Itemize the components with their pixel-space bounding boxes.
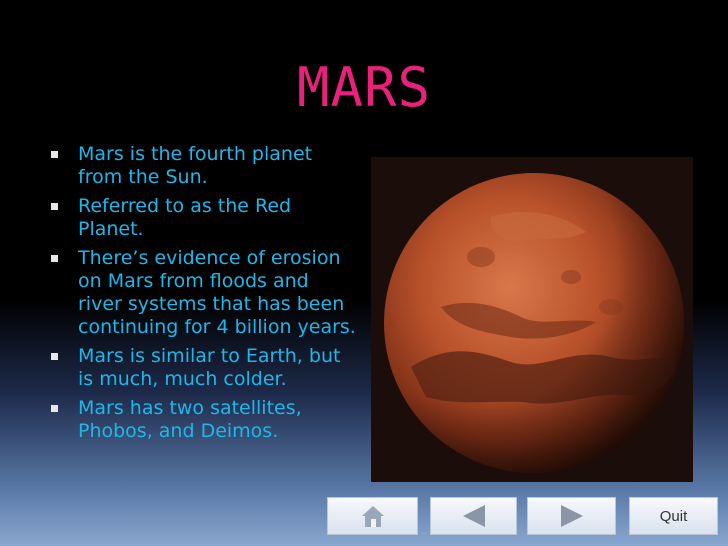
mars-planet-graphic — [371, 157, 693, 482]
bullet-text: Referred to as the Red Planet. — [78, 195, 292, 240]
arrow-right-icon — [560, 505, 583, 527]
home-icon — [361, 506, 384, 527]
previous-button[interactable] — [430, 497, 517, 535]
bullet-text: Mars has two satellites, Phobos, and Dei… — [78, 397, 302, 442]
bullet-item: There’s evidence of erosion on Mars from… — [48, 247, 358, 339]
bullet-list: Mars is the fourth planet from the Sun. … — [48, 143, 358, 449]
bullet-marker — [51, 203, 58, 210]
slide-title: MARS — [296, 56, 432, 119]
next-button[interactable] — [527, 497, 616, 535]
bullet-marker — [51, 353, 58, 360]
bullet-marker — [51, 151, 58, 158]
quit-button[interactable]: Quit — [629, 497, 718, 535]
bullet-marker — [51, 405, 58, 412]
mars-image — [371, 157, 693, 482]
bullet-item: Mars is similar to Earth, but is much, m… — [48, 345, 358, 391]
bullet-item: Mars has two satellites, Phobos, and Dei… — [48, 397, 358, 443]
bullet-text: Mars is the fourth planet from the Sun. — [78, 143, 313, 188]
arrow-left-icon — [462, 505, 485, 527]
bullet-text: There’s evidence of erosion on Mars from… — [78, 247, 356, 338]
home-button[interactable] — [327, 497, 418, 535]
bullet-item: Mars is the fourth planet from the Sun. — [48, 143, 358, 189]
bullet-text: Mars is similar to Earth, but is much, m… — [78, 345, 341, 390]
bullet-marker — [51, 255, 58, 262]
bullet-item: Referred to as the Red Planet. — [48, 195, 358, 241]
